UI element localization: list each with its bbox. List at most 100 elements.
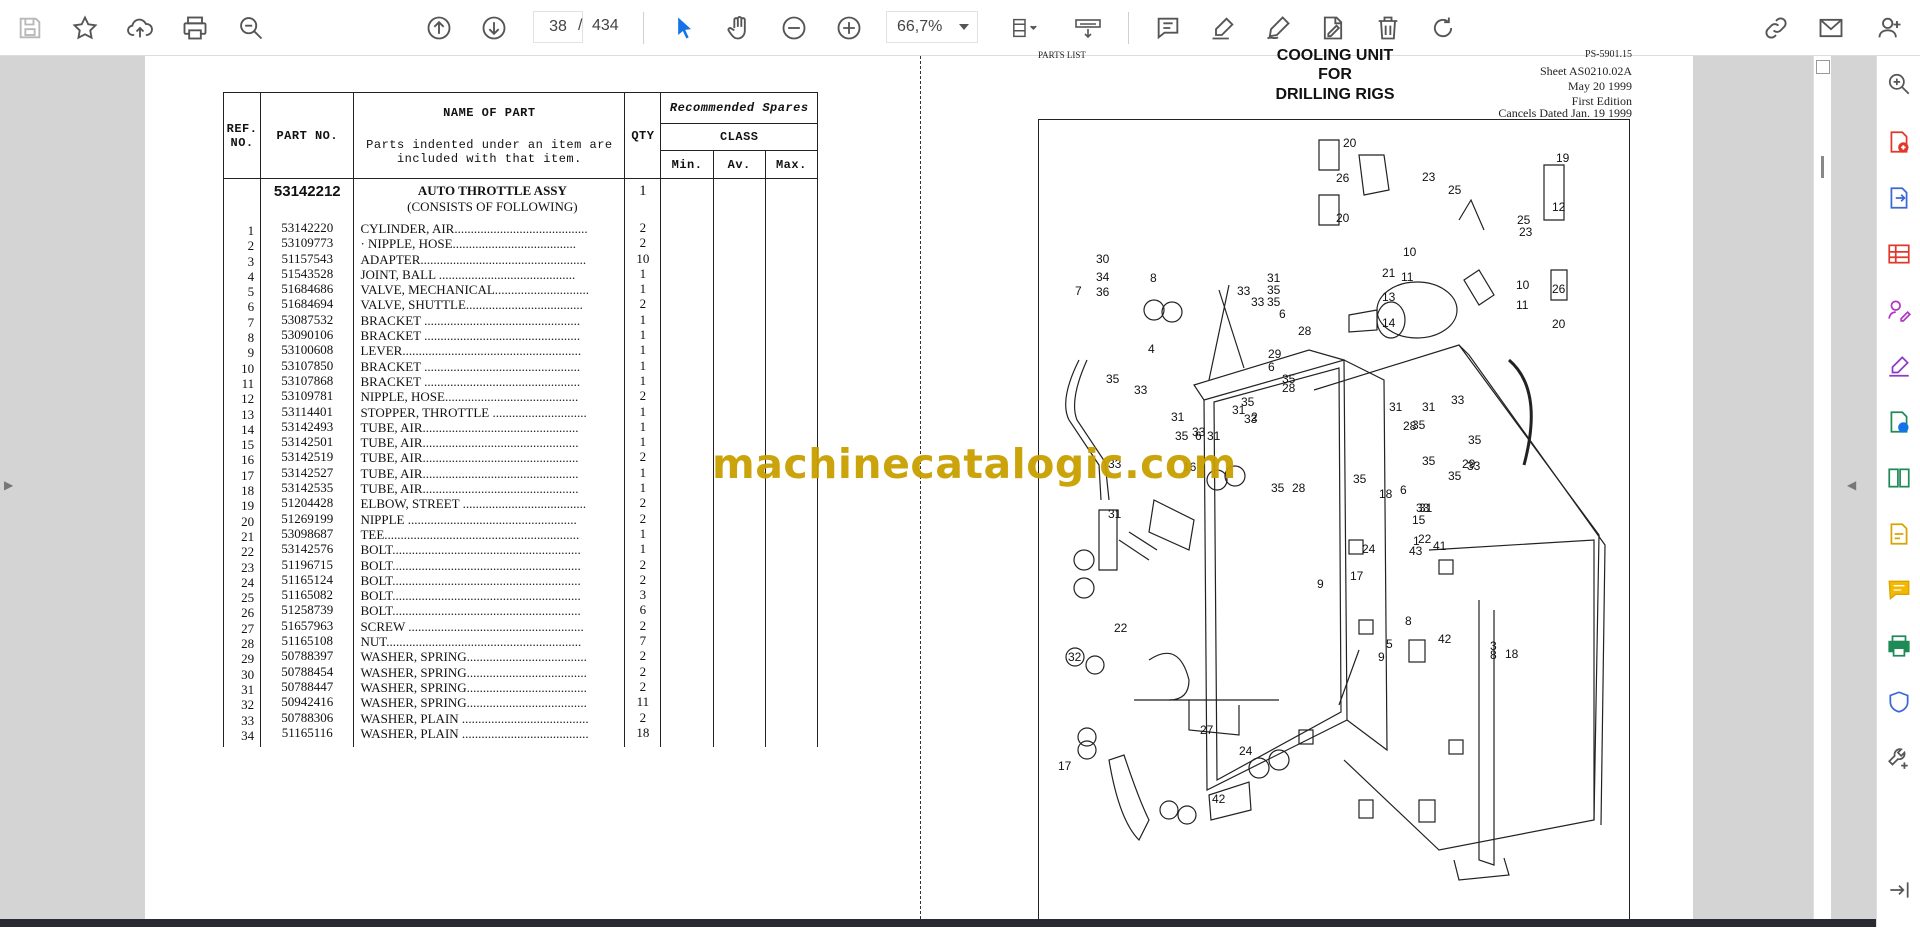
delete-trash-icon[interactable] (1370, 10, 1406, 46)
zoom-search-icon[interactable] (233, 10, 269, 46)
edit-pdf-icon[interactable] (1883, 518, 1915, 550)
row-qty: 2 (639, 388, 647, 404)
row-part-name: NUT.....................................… (360, 634, 582, 650)
create-pdf-icon[interactable] (1883, 126, 1915, 158)
row-ref-no: 33 (241, 712, 255, 728)
row-qty: 2 (639, 235, 647, 251)
row-part-no: 51543528 (281, 265, 334, 281)
rotate-icon[interactable] (1425, 10, 1461, 46)
edit-document-icon[interactable] (1315, 10, 1351, 46)
callout-number: 30 (1096, 252, 1110, 266)
ref-column: 1 2 3 4 5 6 7 8 9 10 11 12 13 14 15 16 17 18 19 20 21 22 23 24 2… (222, 178, 262, 747)
sheet-number: Sheet AS0210.02A (1539, 64, 1632, 78)
class-header: CLASS (660, 122, 818, 152)
highlight-pen-icon[interactable] (1205, 10, 1241, 46)
row-qty: 1 (639, 541, 647, 557)
callout-number: 31 (1108, 507, 1122, 521)
hand-tool-icon[interactable] (721, 10, 757, 46)
previous-page-icon[interactable] (421, 10, 457, 46)
callout-number: 20 (1336, 211, 1350, 225)
organize-pages-icon[interactable] (1883, 238, 1915, 270)
row-part-name: WASHER, SPRING..........................… (360, 679, 587, 695)
col-header-name: NAME OF PART Parts indented under an ite… (353, 92, 626, 179)
name-header-note: Parts indented under an item are include… (366, 137, 613, 166)
row-qty: 1 (639, 327, 647, 343)
row-qty: 1 (639, 434, 647, 450)
row-ref-no: 2 (247, 238, 255, 254)
row-ref-no: 25 (241, 590, 255, 606)
assembly-name: AUTO THROTTLE ASSY (417, 183, 567, 198)
drawing-title-line1: COOLING UNIT (1276, 47, 1394, 64)
callout-number: 34 (1096, 270, 1110, 284)
bookmark-star-icon[interactable] (67, 10, 103, 46)
row-part-no: 51258739 (281, 602, 334, 618)
row-ref-no: 8 (247, 330, 255, 346)
protect-shield-icon[interactable] (1883, 686, 1915, 718)
email-icon[interactable] (1813, 10, 1849, 46)
scrollbar-thumb[interactable] (1821, 156, 1824, 178)
row-ref-no: 6 (247, 299, 255, 315)
save-icon[interactable] (12, 10, 48, 46)
comment-icon[interactable] (1883, 574, 1915, 606)
collapse-panel-icon[interactable] (1883, 874, 1915, 906)
callout-number: 35 (1468, 433, 1482, 447)
col-header-ref: REF. NO. (222, 92, 262, 179)
revision-date: May 20 1999 (1568, 79, 1632, 93)
page-fit-icon[interactable] (1000, 10, 1050, 46)
callout-number: 33 (1134, 383, 1148, 397)
callout-number: 17 (1058, 759, 1072, 773)
right-panel-toggle-icon[interactable]: ◀ (1847, 478, 1856, 492)
row-qty: 2 (639, 296, 647, 312)
export-pdf-icon[interactable] (1883, 182, 1915, 214)
scroll-mode-icon[interactable] (1066, 10, 1110, 46)
comment-icon[interactable] (1150, 10, 1186, 46)
row-part-name: LEVER...................................… (360, 343, 582, 359)
callout-number: 11 (1516, 298, 1529, 312)
next-page-icon[interactable] (476, 10, 512, 46)
row-part-name: WASHER, SPRING..........................… (360, 649, 587, 665)
select-cursor-icon[interactable] (666, 10, 702, 46)
row-qty: 6 (639, 602, 647, 618)
row-ref-no: 4 (247, 268, 255, 284)
callout-number: 9 (1378, 650, 1385, 664)
row-part-name: CYLINDER, AIR...........................… (360, 221, 588, 236)
callout-number: 6 (1279, 307, 1286, 321)
page-number-input[interactable]: 38 (533, 11, 583, 43)
request-signature-icon[interactable] (1883, 294, 1915, 326)
compare-files-icon[interactable] (1883, 462, 1915, 494)
row-ref-no: 21 (241, 528, 255, 544)
scrollbar-top-icon[interactable] (1816, 60, 1830, 74)
row-ref-no: 19 (241, 498, 255, 514)
share-link-icon[interactable] (1758, 10, 1794, 46)
print-production-icon[interactable] (1883, 630, 1915, 662)
print-icon[interactable] (177, 10, 213, 46)
row-part-no: 53109773 (281, 235, 334, 251)
draw-signature-icon[interactable] (1260, 10, 1296, 46)
zoom-search-icon[interactable] (1883, 68, 1915, 100)
callout-number: 26 (1336, 171, 1350, 185)
left-panel-toggle-icon[interactable]: ▶ (4, 478, 13, 492)
callout-number: 18 (1505, 647, 1519, 661)
zoom-out-icon[interactable] (776, 10, 812, 46)
zoom-in-icon[interactable] (831, 10, 867, 46)
callout-number: 25 (1448, 183, 1462, 197)
callout-number: 33 (1251, 295, 1265, 309)
send-for-review-icon[interactable] (1883, 406, 1915, 438)
row-qty: 18 (636, 724, 650, 740)
vertical-scrollbar[interactable] (1813, 56, 1831, 919)
row-qty: 7 (639, 633, 647, 649)
callout-number: 20 (1552, 317, 1566, 331)
chevron-down-icon (959, 24, 969, 30)
row-part-name: NIPPLE, HOSE............................… (360, 389, 579, 405)
row-qty: 1 (639, 265, 647, 281)
row-part-no: 53090106 (281, 327, 334, 343)
callout-number: 35 (1422, 454, 1436, 468)
watermark: machinecatalogic.com (712, 440, 1237, 488)
row-qty: 1 (639, 357, 647, 373)
add-user-icon[interactable] (1872, 10, 1908, 46)
upload-cloud-icon[interactable] (122, 10, 158, 46)
fill-sign-icon[interactable] (1883, 350, 1915, 382)
more-tools-icon[interactable] (1883, 742, 1915, 774)
row-part-no: 51165124 (281, 571, 334, 587)
zoom-level-select[interactable]: 66,7% (886, 11, 978, 43)
